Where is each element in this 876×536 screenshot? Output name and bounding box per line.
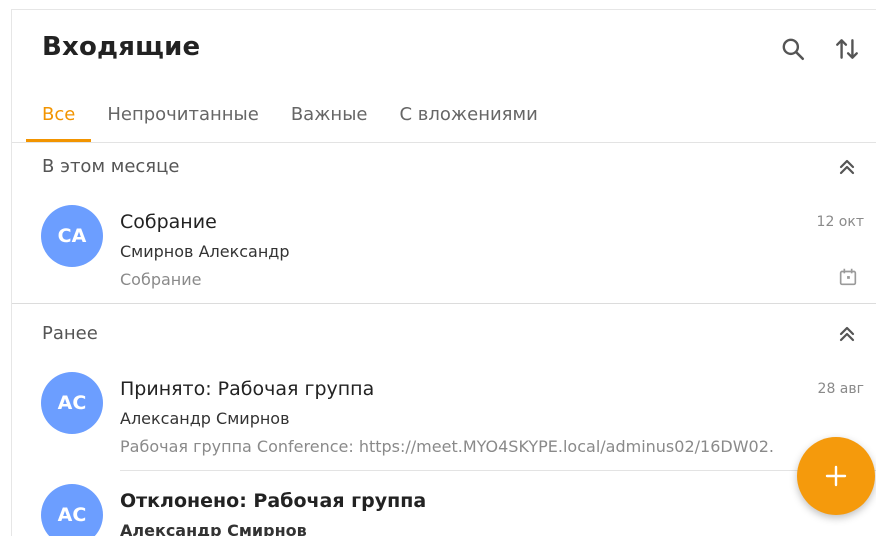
message-sender: Александр Смирнов (120, 409, 290, 428)
compose-button[interactable] (797, 437, 875, 515)
message-preview: Собрание (120, 270, 202, 289)
message-divider (120, 470, 876, 471)
section-header-this-month: В этом месяце (12, 147, 876, 189)
mail-pane: Входящие Все Непрочитанные Важные С влож… (11, 9, 876, 536)
tab-all[interactable]: Все (26, 98, 92, 142)
tab-important[interactable]: Важные (275, 98, 384, 142)
tab-unread[interactable]: Непрочитанные (91, 98, 275, 142)
message-preview: Рабочая группа Conference: https://meet.… (120, 437, 774, 456)
sort-arrows-icon[interactable] (834, 36, 860, 62)
avatar: АС (41, 484, 103, 536)
tab-with-attachments[interactable]: С вложениями (383, 98, 553, 142)
message-subject: Отклонено: Рабочая группа (120, 490, 427, 512)
tabs-divider (12, 142, 876, 143)
message-row[interactable]: АС Отклонено: Рабочая группа Александр С… (12, 476, 876, 536)
avatar: СА (41, 205, 103, 267)
section-header-earlier: Ранее (12, 314, 876, 356)
calendar-icon (837, 266, 859, 288)
message-row[interactable]: СА Собрание Смирнов Александр Собрание 1… (12, 196, 876, 302)
filter-tabs: Все Непрочитанные Важные С вложениями (26, 98, 554, 142)
section-label: Ранее (42, 323, 98, 344)
header: Входящие (12, 10, 876, 88)
section-label: В этом месяце (42, 156, 180, 177)
message-subject: Собрание (120, 211, 217, 233)
message-date: 12 окт (816, 214, 864, 230)
double-chevron-up-icon[interactable] (835, 155, 859, 179)
plus-icon (825, 465, 847, 487)
search-icon[interactable] (780, 36, 806, 62)
page-title: Входящие (42, 32, 201, 62)
message-subject: Принято: Рабочая группа (120, 378, 375, 400)
message-sender: Смирнов Александр (120, 242, 290, 261)
double-chevron-up-icon[interactable] (835, 322, 859, 346)
message-date: 28 авг (817, 381, 864, 397)
section-divider (12, 303, 876, 304)
message-sender: Александр Смирнов (120, 521, 307, 536)
avatar: АС (41, 372, 103, 434)
message-row[interactable]: АС Принято: Рабочая группа Александр Сми… (12, 364, 876, 470)
